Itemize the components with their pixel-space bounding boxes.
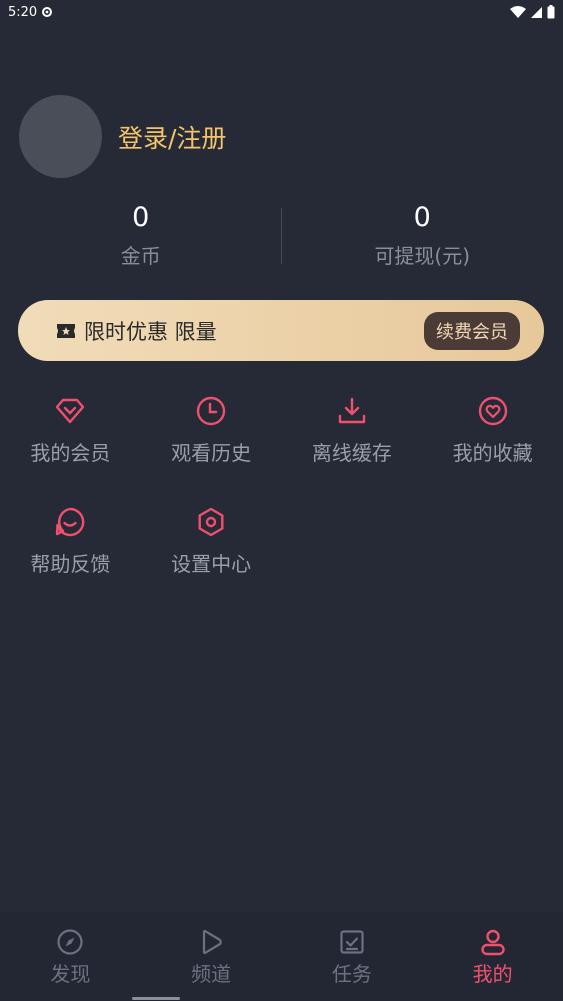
tab-discover[interactable]: 发现 xyxy=(0,912,141,1001)
heart-icon xyxy=(478,396,507,426)
tab-label: 发现 xyxy=(50,962,91,986)
profile-icon xyxy=(480,929,505,956)
tab-label: 任务 xyxy=(331,962,372,986)
login-register-link[interactable]: 登录/注册 xyxy=(118,119,226,155)
grid-item-history[interactable]: 观看历史 xyxy=(141,395,282,466)
stat-divider xyxy=(281,208,282,264)
status-right xyxy=(510,5,555,19)
feedback-icon xyxy=(56,507,85,537)
tab-channel[interactable]: 频道 xyxy=(141,912,282,1001)
avatar[interactable] xyxy=(19,95,102,178)
download-icon xyxy=(338,397,366,424)
play-icon xyxy=(203,929,222,955)
grid-item-settings[interactable]: 设置中心 xyxy=(141,506,282,577)
grid-item-feedback[interactable]: 帮助反馈 xyxy=(0,506,141,577)
grid-item-vip[interactable]: 我的会员 xyxy=(0,395,141,466)
grid-label: 离线缓存 xyxy=(311,441,392,465)
signal-icon xyxy=(531,6,542,18)
grid-label: 设置中心 xyxy=(171,552,252,576)
vip-diamond-icon xyxy=(56,398,85,424)
ticket-star-icon xyxy=(57,323,75,338)
stat-withdrawable[interactable]: 0 可提现(元) xyxy=(282,200,563,270)
status-left: 5:20 xyxy=(8,5,53,20)
grid-label: 我的会员 xyxy=(30,441,111,465)
compass-icon xyxy=(57,929,83,955)
stat-coins[interactable]: 0 金币 xyxy=(0,200,282,270)
status-time: 5:20 xyxy=(8,4,38,20)
wifi-icon xyxy=(510,5,526,18)
promo-text: 限时优惠 限量 xyxy=(84,319,217,344)
status-bar: 5:20 xyxy=(0,0,563,24)
grid-label: 我的收藏 xyxy=(452,441,533,465)
settings-icon xyxy=(198,507,224,537)
grid-label: 观看历史 xyxy=(171,441,252,465)
gear-icon xyxy=(42,7,53,17)
task-icon xyxy=(340,930,364,954)
tab-mine[interactable]: 我的 xyxy=(422,912,563,1001)
stats-row: 0 金币 0 可提现(元) xyxy=(0,200,563,270)
stat-label: 可提现(元) xyxy=(374,244,471,268)
home-indicator[interactable] xyxy=(132,997,180,1000)
promo-banner[interactable]: 限时优惠 限量 续费会员 xyxy=(18,300,544,361)
stat-value: 0 xyxy=(413,202,431,233)
tab-tasks[interactable]: 任务 xyxy=(282,912,423,1001)
renew-vip-button[interactable]: 续费会员 xyxy=(424,311,520,350)
grid-label: 帮助反馈 xyxy=(30,552,111,576)
battery-icon xyxy=(547,5,555,19)
feature-grid: 我的会员 观看历史 离线缓存 我的收藏 帮助反馈 设置中心 xyxy=(0,395,563,577)
tab-label: 频道 xyxy=(191,962,232,986)
bottom-tab-bar: 发现 频道 任务 我的 xyxy=(0,912,563,1001)
stat-label: 金币 xyxy=(120,244,161,268)
grid-item-favorites[interactable]: 我的收藏 xyxy=(422,395,563,466)
stat-value: 0 xyxy=(132,202,150,233)
tab-label: 我的 xyxy=(472,962,513,986)
clock-icon xyxy=(196,396,226,426)
profile-header[interactable]: 登录/注册 xyxy=(19,95,226,178)
grid-item-offline-cache[interactable]: 离线缓存 xyxy=(282,395,423,466)
